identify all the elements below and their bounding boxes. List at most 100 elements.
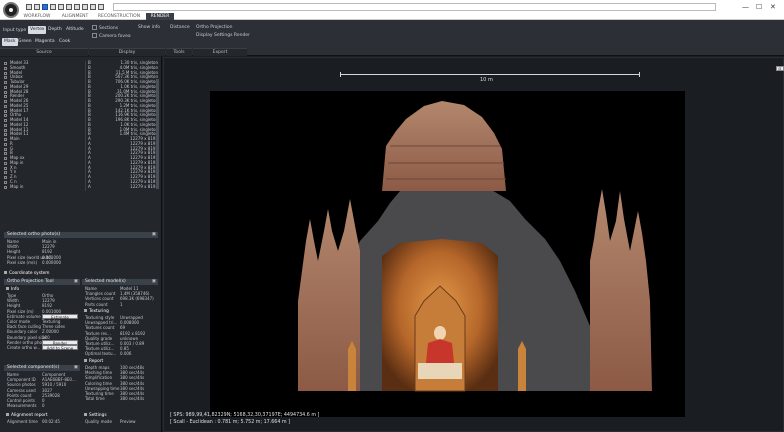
models-close-icon[interactable]: ▣: [152, 279, 156, 285]
3d-viewport[interactable]: 10 m ⊟ [SPS: 989,99,41,82329N; 5168,32,…: [163, 57, 784, 432]
quick-view1-icon[interactable]: [66, 4, 72, 10]
tab-render[interactable]: RENDER: [146, 13, 174, 20]
layer-expand-icon[interactable]: [4, 109, 7, 113]
ortho-info-section[interactable]: Info: [6, 287, 19, 292]
input-type-depth[interactable]: Depth: [46, 26, 64, 34]
layer-expand-icon[interactable]: [4, 180, 7, 184]
settings-section[interactable]: Settings: [84, 413, 107, 418]
layer-info: 12279 x 8192: [130, 183, 158, 189]
tab-alignment[interactable]: ALIGNMENT: [58, 13, 92, 20]
maximize-icon[interactable]: ☐: [756, 3, 762, 11]
close-icon[interactable]: ✕: [770, 3, 776, 11]
property-value: 0.000000: [42, 259, 62, 265]
layer-expand-icon[interactable]: [4, 142, 7, 146]
layer-expand-icon[interactable]: [4, 119, 7, 122]
layer-expand-icon[interactable]: [4, 85, 7, 89]
layer-expand-icon[interactable]: [4, 185, 7, 189]
left-panel: Model 33 B 1.30 tris, singleton Smooth B 4.0M…: [0, 57, 162, 432]
input-type-altitude[interactable]: Altitude: [64, 26, 86, 34]
buddha-robe: [426, 339, 454, 363]
coordinate-system-section[interactable]: Coordinate system: [4, 271, 49, 276]
layer-expand-icon[interactable]: [4, 176, 7, 179]
layer-expand-icon[interactable]: [4, 123, 7, 127]
property-key: Alignment time: [7, 419, 38, 424]
property-row: Total time 380 sec/44s: [82, 396, 158, 401]
layer-expand-icon[interactable]: [4, 152, 7, 156]
ortho-tool-close-icon[interactable]: ▣: [74, 279, 78, 285]
layer-expand-icon[interactable]: [4, 81, 7, 84]
property-value[interactable]: Add to Scene: [42, 345, 78, 351]
layer-expand-icon[interactable]: [4, 138, 7, 141]
scale-bar: [340, 72, 640, 77]
display-settings-button[interactable]: Display Settings Render: [196, 33, 250, 38]
report-section[interactable]: Report: [84, 359, 103, 364]
right-spires: [590, 189, 652, 391]
camera-fovea-checkbox[interactable]: Camera fovea: [92, 33, 131, 39]
layer-expand-icon[interactable]: [4, 76, 7, 80]
layer-expand-icon[interactable]: [4, 90, 7, 94]
distance-button[interactable]: Distance: [170, 25, 190, 30]
tab-workflow[interactable]: WORKFLOW: [22, 13, 52, 20]
pedestal: [418, 363, 462, 379]
quick-grid-icon[interactable]: [58, 4, 64, 10]
group-export: Export: [193, 48, 247, 56]
clip-green[interactable]: Green: [16, 38, 34, 46]
viewport-layout-button[interactable]: ⊟: [776, 66, 784, 71]
alignment-report-section[interactable]: Alignment report: [6, 413, 48, 418]
quick-view2-icon[interactable]: [74, 4, 80, 10]
texturing-section[interactable]: Texturing: [84, 309, 109, 314]
property-row: Quality mode Preview: [82, 419, 158, 424]
layer-expand-icon[interactable]: [4, 71, 7, 75]
layer-expand-icon[interactable]: [4, 114, 7, 118]
layer-expand-icon[interactable]: [4, 62, 7, 65]
components-close-icon[interactable]: ▣: [74, 365, 78, 371]
property-value: 380 sec/44s: [120, 396, 145, 402]
selected-ortho-close-icon[interactable]: ▣: [152, 232, 156, 238]
quick-view4-icon[interactable]: [90, 4, 96, 10]
quick-menu-icon[interactable]: [98, 4, 104, 10]
group-tools: Tools: [166, 48, 192, 56]
layer-list: Model 33 B 1.30 tris, singleton Smooth B 4.0M…: [0, 60, 160, 191]
property-row: Parts count 1: [82, 302, 158, 307]
layer-expand-icon[interactable]: [4, 133, 7, 137]
property-key: Pixel size (m/s): [7, 259, 37, 265]
quick-new-icon[interactable]: [26, 4, 32, 10]
clip-magenta[interactable]: Magenta: [33, 38, 57, 46]
layer-expand-icon[interactable]: [4, 66, 7, 70]
layer-expand-icon[interactable]: [4, 100, 7, 103]
minimize-icon[interactable]: —: [742, 3, 749, 11]
property-value: 1: [120, 301, 123, 307]
layer-list-scrollbar[interactable]: [156, 79, 159, 189]
layer-expand-icon[interactable]: [4, 166, 7, 170]
property-key: Measurements: [7, 403, 37, 409]
input-type-vertex[interactable]: Vertex: [28, 26, 47, 34]
quick-layout-icon[interactable]: [42, 4, 48, 10]
property-key: Total time: [85, 396, 105, 402]
quick-open-icon[interactable]: [34, 4, 40, 10]
property-row: Alignment time 00:02:45: [4, 419, 80, 424]
layer-expand-icon[interactable]: [4, 147, 7, 151]
measurement-status: [ Scall - Euclidean : 0.781 m; 5.752 m; …: [170, 420, 290, 425]
ortho-projection-button[interactable]: Ortho Projection: [196, 25, 232, 30]
layer-expand-icon[interactable]: [4, 128, 7, 132]
layer-expand-icon[interactable]: [4, 95, 7, 99]
show-info-button[interactable]: Show info: [138, 25, 160, 30]
property-key: Parts count: [85, 301, 108, 307]
property-key: Quality mode: [85, 419, 112, 424]
quick-split-icon[interactable]: [50, 4, 56, 10]
property-value: 0.006: [120, 351, 132, 357]
tab-reconstruction[interactable]: RECONSTRUCTION: [96, 13, 142, 20]
layer-visibility[interactable]: A: [88, 184, 91, 190]
property-key: Create ortho w...: [7, 345, 41, 350]
layer-expand-icon[interactable]: [4, 161, 7, 165]
group-display: Display: [89, 48, 165, 56]
layer-expand-icon[interactable]: [4, 157, 7, 160]
quick-view3-icon[interactable]: [82, 4, 88, 10]
clip-cook[interactable]: Cook: [57, 38, 72, 46]
sections-checkbox[interactable]: Sections: [92, 25, 118, 31]
layer-row[interactable]: Map in A 12279 x 8192: [2, 183, 158, 190]
title-bar: — ☐ ✕ WORKFLOW ALIGNMENT RECONSTRUCTION …: [0, 0, 784, 20]
layer-expand-icon[interactable]: [4, 171, 7, 175]
selected-components-header: Selected component(s) ▣: [4, 365, 80, 371]
layer-expand-icon[interactable]: [4, 104, 7, 108]
